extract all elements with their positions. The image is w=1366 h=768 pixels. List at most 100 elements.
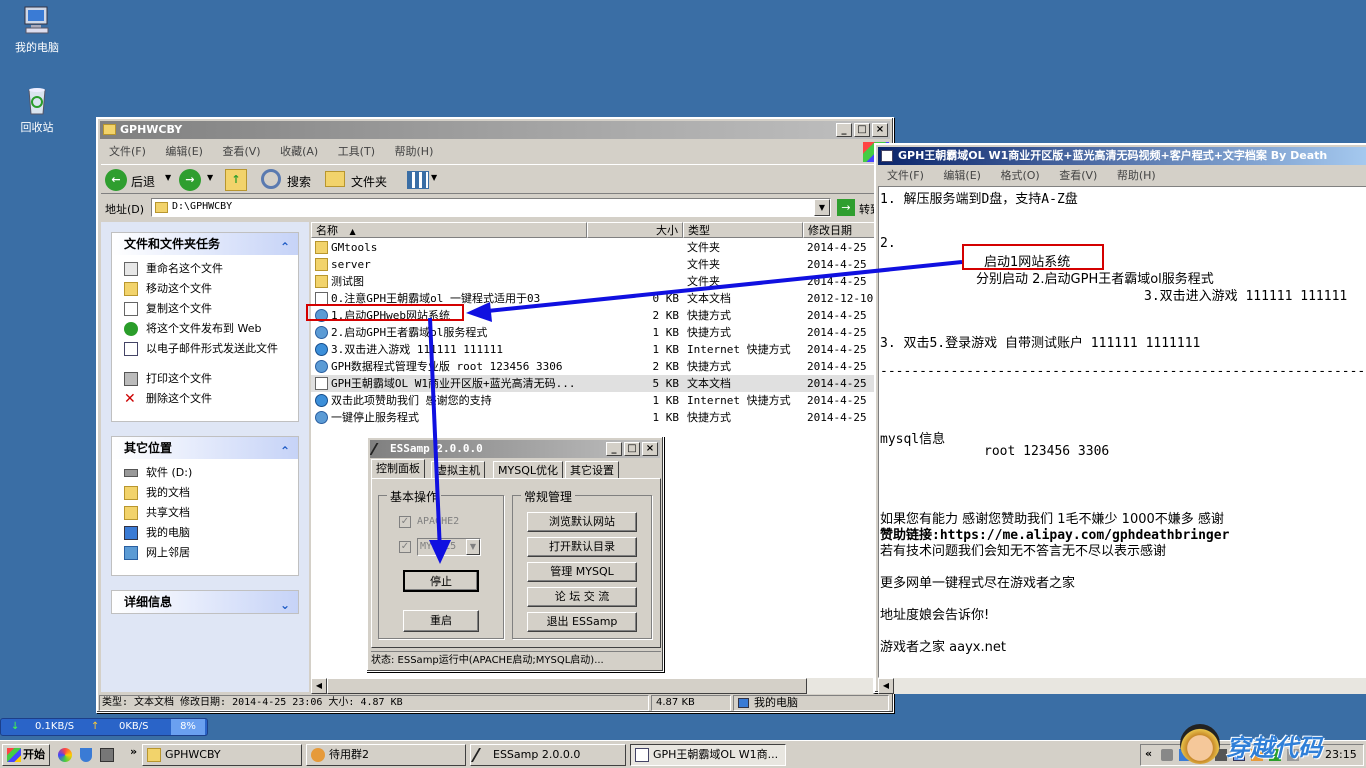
maximize-button[interactable]: □ xyxy=(624,442,640,456)
taskbar-item-notepad[interactable]: GPH王朝霸域OL W1商... xyxy=(630,744,786,766)
minimize-button[interactable]: _ xyxy=(836,123,852,137)
collapse-icon[interactable]: ⌃ xyxy=(280,236,290,258)
menu-file[interactable]: 文件(F) xyxy=(109,145,146,158)
details-header[interactable]: 详细信息 ⌄ xyxy=(112,591,298,613)
desktop-icon-recycle-bin[interactable]: 回收站 xyxy=(2,84,72,135)
quicklaunch-palette-icon[interactable] xyxy=(58,748,72,762)
tab-other-settings[interactable]: 其它设置 xyxy=(565,461,619,479)
tray-tool-icon[interactable] xyxy=(1161,749,1173,761)
task-print[interactable]: 打印这个文件 xyxy=(112,369,298,389)
file-row[interactable]: GMtools 文件夹 2014-4-25 2 xyxy=(311,239,889,256)
forward-icon[interactable]: → xyxy=(179,169,201,191)
menu-favorites[interactable]: 收藏(A) xyxy=(280,145,318,158)
place-shared-documents[interactable]: 共享文档 xyxy=(112,503,298,523)
place-my-computer[interactable]: 我的电脑 xyxy=(112,523,298,543)
menu-help[interactable]: 帮助(H) xyxy=(395,145,434,158)
taskbar-item-explorer[interactable]: GPHWCBY xyxy=(142,744,302,766)
notepad-hscroll[interactable]: ◀ xyxy=(878,678,1366,694)
restart-button[interactable]: 重启 xyxy=(403,610,479,632)
file-row[interactable]: 测试图 文件夹 2014-4-25 2 xyxy=(311,273,889,290)
taskbar-item-essamp[interactable]: ESSamp 2.0.0.0 xyxy=(470,744,626,766)
back-button[interactable]: 后退 xyxy=(131,173,155,190)
stop-button[interactable]: 停止 xyxy=(403,570,479,592)
file-row[interactable]: server 文件夹 2014-4-25 2 xyxy=(311,256,889,273)
essamp-titlebar[interactable]: ESSamp 2.0.0.0 _ □ × xyxy=(370,440,660,458)
notepad-titlebar[interactable]: GPH王朝霸域OL W1商业开区版+蓝光高清无码视频+客户程式+文字档案 By … xyxy=(878,147,1366,165)
task-delete[interactable]: ✕ 删除这个文件 xyxy=(112,389,298,409)
search-icon[interactable] xyxy=(261,169,281,189)
file-row[interactable]: 一键停止服务程式 1 KB 快捷方式 2014-4-25 2 xyxy=(311,409,889,426)
back-icon[interactable]: ← xyxy=(105,169,127,191)
scroll-thumb[interactable] xyxy=(327,678,807,694)
tab-control-panel[interactable]: 控制面板 xyxy=(371,459,425,479)
manage-mysql-button[interactable]: 管理 MYSQL xyxy=(527,562,637,582)
mysql-select[interactable]: MYSQL5 ▼ xyxy=(417,538,481,556)
explorer-titlebar[interactable]: GPHWCBY _ □ × xyxy=(100,121,890,139)
quicklaunch-app-icon[interactable] xyxy=(100,748,114,762)
minimize-button[interactable]: _ xyxy=(606,442,622,456)
mysql-checkbox[interactable]: ✓ xyxy=(399,541,411,553)
scroll-left-icon[interactable]: ◀ xyxy=(878,678,894,694)
file-row[interactable]: 2.启动GPH王者霸域ol服务程式 1 KB 快捷方式 2014-4-25 2 xyxy=(311,324,889,341)
task-copy[interactable]: 复制这个文件 xyxy=(112,299,298,319)
exit-essamp-button[interactable]: 退出 ESSamp xyxy=(527,612,637,632)
menu-edit[interactable]: 编辑(E) xyxy=(165,145,203,158)
collapse-icon[interactable]: ⌃ xyxy=(280,440,290,462)
task-publish-web[interactable]: 将这个文件发布到 Web xyxy=(112,319,298,339)
tray-expand-icon[interactable]: « xyxy=(1145,747,1152,760)
apache-checkbox[interactable]: ✓ xyxy=(399,516,411,528)
place-drive-d[interactable]: 软件 (D:) xyxy=(112,463,298,483)
file-row[interactable]: 双击此项赞助我们 感谢您的支持 1 KB Internet 快捷方式 2014-4-2… xyxy=(311,392,889,409)
folders-icon[interactable] xyxy=(325,171,345,187)
menu-edit[interactable]: 编辑(E) xyxy=(943,169,981,182)
file-row[interactable]: GPH王朝霸域OL W1商业开区版+蓝光高清无码... 5 KB 文本文档 2014-… xyxy=(311,375,889,392)
file-tasks-header[interactable]: 文件和文件夹任务 ⌃ xyxy=(112,233,298,255)
views-icon[interactable] xyxy=(407,171,429,189)
column-type[interactable]: 类型 xyxy=(683,222,803,238)
desktop-icon-my-computer[interactable]: 我的电脑 xyxy=(2,4,72,55)
open-dir-button[interactable]: 打开默认目录 xyxy=(527,537,637,557)
folders-button[interactable]: 文件夹 xyxy=(351,173,387,190)
scroll-left-icon[interactable]: ◀ xyxy=(311,678,327,694)
file-name: GMtools xyxy=(331,241,378,254)
column-name[interactable]: 名称 ▲ xyxy=(311,222,587,238)
quicklaunch-more-icon[interactable]: » xyxy=(130,745,137,758)
place-my-documents[interactable]: 我的文档 xyxy=(112,483,298,503)
tab-mysql-optimize[interactable]: MYSQL优化 xyxy=(493,461,563,479)
dropdown-icon[interactable]: ▼ xyxy=(466,539,480,555)
menu-help[interactable]: 帮助(H) xyxy=(1117,169,1156,182)
menu-format[interactable]: 格式(O) xyxy=(1000,169,1039,182)
browse-site-button[interactable]: 浏览默认网站 xyxy=(527,512,637,532)
taskbar-item-chat[interactable]: 待用群2 xyxy=(306,744,466,766)
task-email[interactable]: 以电子邮件形式发送此文件 xyxy=(112,339,298,369)
tab-virtual-host[interactable]: 虚拟主机 xyxy=(431,461,485,479)
task-move[interactable]: 移动这个文件 xyxy=(112,279,298,299)
back-dropdown-icon[interactable]: ▼ xyxy=(165,173,171,182)
close-button[interactable]: × xyxy=(872,123,888,137)
menu-tools[interactable]: 工具(T) xyxy=(338,145,375,158)
up-folder-icon[interactable]: ↑ xyxy=(225,169,247,191)
column-size[interactable]: 大小 xyxy=(587,222,683,238)
horizontal-scrollbar[interactable]: ◀ ▶ xyxy=(311,678,889,694)
maximize-button[interactable]: □ xyxy=(854,123,870,137)
address-dropdown-icon[interactable]: ▼ xyxy=(814,199,830,216)
menu-file[interactable]: 文件(F) xyxy=(887,169,924,182)
clock[interactable]: 23:15 xyxy=(1325,748,1357,761)
menu-view[interactable]: 查看(V) xyxy=(222,145,260,158)
place-network[interactable]: 网上邻居 xyxy=(112,543,298,563)
address-input[interactable]: D:\GPHWCBY ▼ xyxy=(151,198,831,217)
forward-dropdown-icon[interactable]: ▼ xyxy=(207,173,213,182)
other-places-header[interactable]: 其它位置 ⌃ xyxy=(112,437,298,459)
file-row[interactable]: 3.双击进入游戏 111111 111111 1 KB Internet 快捷方式 2… xyxy=(311,341,889,358)
start-button[interactable]: 开始 xyxy=(2,744,50,766)
task-rename[interactable]: 重命名这个文件 xyxy=(112,259,298,279)
expand-icon[interactable]: ⌄ xyxy=(280,594,290,616)
quicklaunch-shield-icon[interactable] xyxy=(80,748,92,762)
file-row[interactable]: GPH数据程式管理专业版 root 123456 3306 2 KB 快捷方式 201… xyxy=(311,358,889,375)
close-button[interactable]: × xyxy=(642,442,658,456)
search-button[interactable]: 搜索 xyxy=(287,173,311,190)
menu-view[interactable]: 查看(V) xyxy=(1059,169,1097,182)
views-dropdown-icon[interactable]: ▼ xyxy=(431,173,437,182)
forum-button[interactable]: 论 坛 交 流 xyxy=(527,587,637,607)
go-icon[interactable]: → xyxy=(837,199,855,216)
